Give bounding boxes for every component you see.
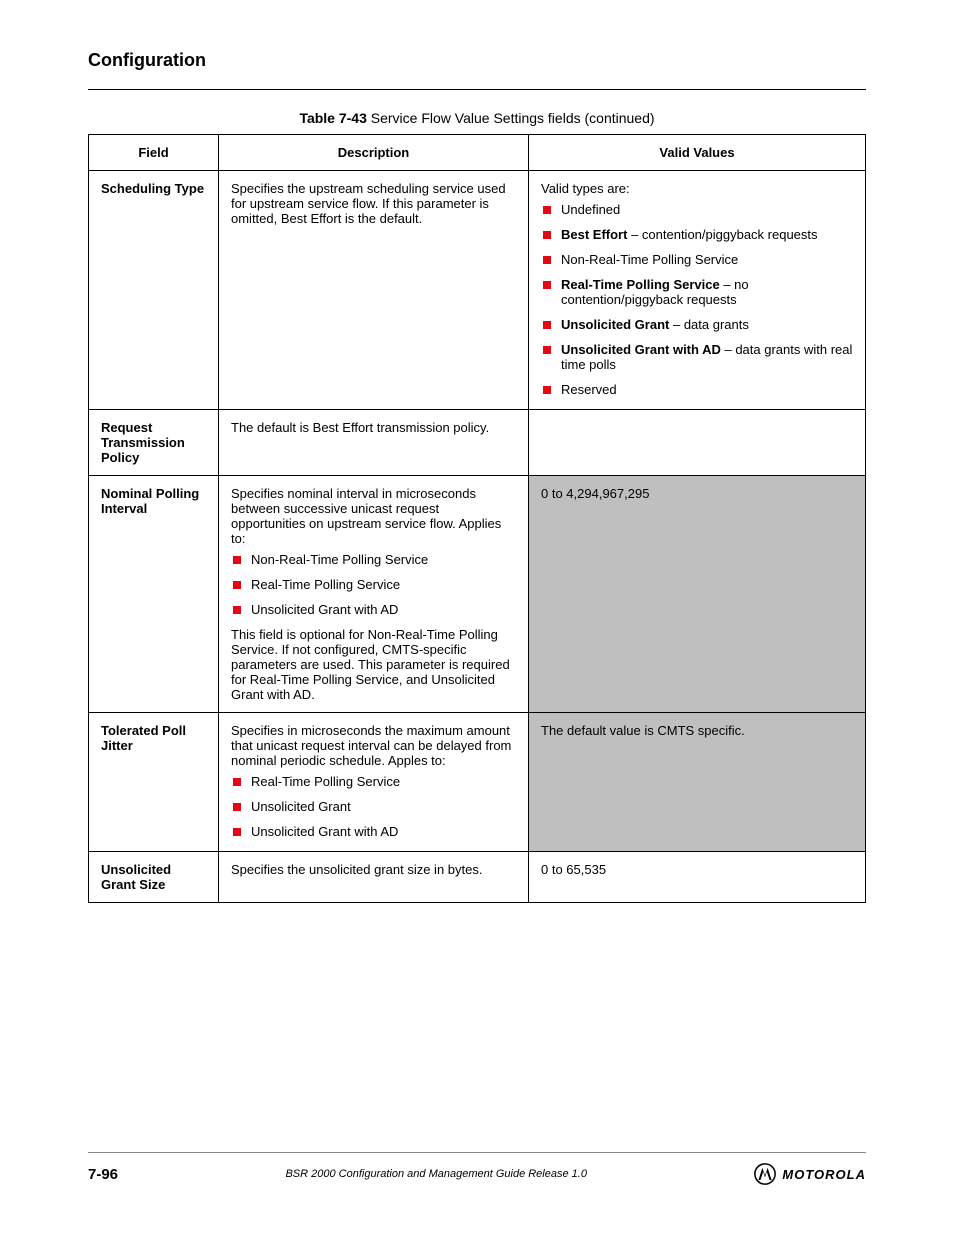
list-item: Best Effort – contention/piggyback reque… <box>561 227 853 242</box>
valid-pre-text: Valid types are: <box>541 181 853 196</box>
desc-pre: Specifies in microseconds the maximum am… <box>231 723 516 768</box>
table-caption-title: Service Flow Value Settings fields (cont… <box>371 110 655 126</box>
desc-unsolicited-grant: Specifies the unsolicited grant size in … <box>219 852 529 903</box>
table-row: Unsolicited Grant Size Specifies the uns… <box>89 852 866 903</box>
list-item: Unsolicited Grant with AD <box>251 824 516 839</box>
page-footer: 7-96 BSR 2000 Configuration and Manageme… <box>88 1152 866 1185</box>
header-rule <box>88 89 866 90</box>
bullet-icon <box>233 828 241 836</box>
page-root: Configuration Table 7-43 Service Flow Va… <box>0 0 954 1235</box>
brand-text: MOTOROLA <box>782 1167 866 1182</box>
valid-scheduling-type: Valid types are: Undefined Best Effort –… <box>529 171 866 410</box>
desc-post: This field is optional for Non-Real-Time… <box>231 627 516 702</box>
valid-nominal-polling: 0 to 4,294,967,295 <box>529 476 866 713</box>
bullet-icon <box>543 346 551 354</box>
bullet-icon <box>543 231 551 239</box>
bullet-icon <box>233 778 241 786</box>
table-row: Request Transmission Policy The default … <box>89 410 866 476</box>
desc-req-trans-policy: The default is Best Effort transmission … <box>219 410 529 476</box>
field-req-trans-policy: Request Transmission Policy <box>89 410 219 476</box>
bullet-icon <box>543 256 551 264</box>
col-field: Field <box>89 135 219 171</box>
config-table: Field Description Valid Values Schedulin… <box>88 134 866 903</box>
bullet-icon <box>233 556 241 564</box>
field-scheduling-type: Scheduling Type <box>89 171 219 410</box>
desc-poll-jitter: Specifies in microseconds the maximum am… <box>219 713 529 852</box>
valid-unsolicited-grant: 0 to 65,535 <box>529 852 866 903</box>
list-item: Real-Time Polling Service <box>251 774 516 789</box>
list-item: Non-Real-Time Polling Service <box>561 252 853 267</box>
table-row: Scheduling Type Specifies the upstream s… <box>89 171 866 410</box>
list-item: Non-Real-Time Polling Service <box>251 552 516 567</box>
table-row: Nominal Polling Interval Specifies nomin… <box>89 476 866 713</box>
desc-scheduling-type: Specifies the upstream scheduling servic… <box>219 171 529 410</box>
field-poll-jitter: Tolerated Poll Jitter <box>89 713 219 852</box>
list-item: Unsolicited Grant – data grants <box>561 317 853 332</box>
desc-nominal-polling: Specifies nominal interval in microsecon… <box>219 476 529 713</box>
motorola-icon <box>754 1163 776 1185</box>
bullet-icon <box>233 606 241 614</box>
col-description: Description <box>219 135 529 171</box>
page-number: 7-96 <box>88 1166 118 1183</box>
chapter-title: Configuration <box>88 50 206 71</box>
table-header-row: Field Description Valid Values <box>89 135 866 171</box>
bullet-icon <box>233 581 241 589</box>
bullet-icon <box>543 386 551 394</box>
page-header: Configuration <box>88 50 866 71</box>
scheduling-type-list: Undefined Best Effort – contention/piggy… <box>541 202 853 397</box>
brand-logo: MOTOROLA <box>754 1163 866 1185</box>
valid-poll-jitter: The default value is CMTS specific. <box>529 713 866 852</box>
guide-title: BSR 2000 Configuration and Management Gu… <box>285 1168 586 1180</box>
bullet-icon <box>543 321 551 329</box>
field-nominal-polling: Nominal Polling Interval <box>89 476 219 713</box>
bullet-icon <box>233 803 241 811</box>
table-caption: Table 7-43 Service Flow Value Settings f… <box>88 110 866 126</box>
list-item: Undefined <box>561 202 853 217</box>
list-item: Unsolicited Grant with AD – data grants … <box>561 342 853 372</box>
table-row: Tolerated Poll Jitter Specifies in micro… <box>89 713 866 852</box>
poll-jitter-list: Real-Time Polling Service Unsolicited Gr… <box>231 774 516 839</box>
list-item: Unsolicited Grant with AD <box>251 602 516 617</box>
list-item: Real-Time Polling Service – no contentio… <box>561 277 853 307</box>
list-item: Reserved <box>561 382 853 397</box>
desc-pre: Specifies nominal interval in microsecon… <box>231 486 516 546</box>
valid-req-trans-policy <box>529 410 866 476</box>
list-item: Real-Time Polling Service <box>251 577 516 592</box>
field-unsolicited-grant: Unsolicited Grant Size <box>89 852 219 903</box>
bullet-icon <box>543 206 551 214</box>
footer-rule <box>88 1152 866 1153</box>
table-caption-prefix: Table 7-43 <box>299 110 366 126</box>
nominal-polling-list: Non-Real-Time Polling Service Real-Time … <box>231 552 516 617</box>
bullet-icon <box>543 281 551 289</box>
list-item: Unsolicited Grant <box>251 799 516 814</box>
col-valid: Valid Values <box>529 135 866 171</box>
